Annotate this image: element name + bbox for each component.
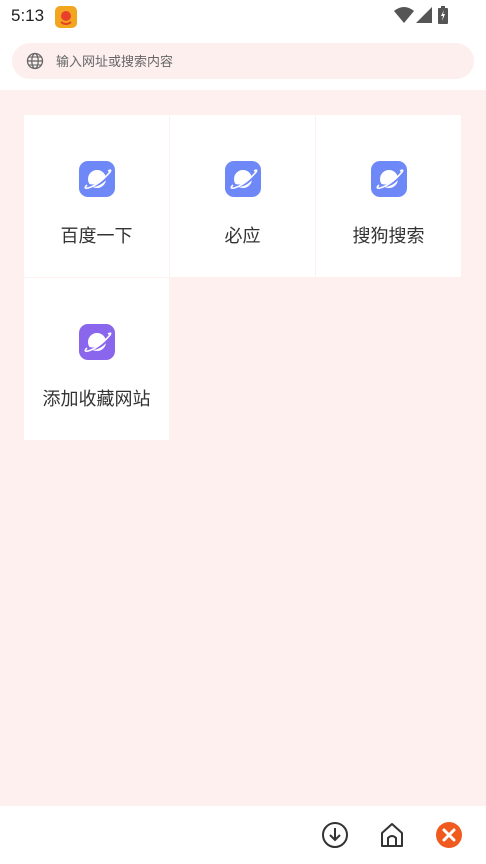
close-button[interactable]: [434, 820, 464, 850]
globe-icon: [26, 52, 44, 70]
shortcut-grid-area: 百度一下 必应 搜狗搜索 添加收藏网站: [0, 90, 486, 806]
planet-icon: [371, 161, 407, 197]
planet-icon: [79, 161, 115, 197]
shortcut-label: 百度一下: [60, 226, 133, 247]
shortcut-sogou[interactable]: 搜狗搜索: [316, 115, 461, 277]
battery-icon: [438, 6, 448, 24]
close-icon: [436, 822, 462, 848]
search-input[interactable]: [54, 43, 458, 81]
download-button[interactable]: [320, 820, 350, 850]
planet-icon: [225, 161, 261, 197]
bottom-toolbar: [0, 806, 486, 864]
signal-icon: [416, 7, 432, 23]
app-notification-icon: [55, 6, 77, 28]
status-bar: 5:13: [0, 0, 486, 32]
shortcut-bing[interactable]: 必应: [170, 115, 315, 277]
home-icon: [381, 823, 403, 847]
shortcut-label: 搜狗搜索: [352, 226, 425, 247]
status-time: 5:13: [11, 6, 45, 25]
shortcut-baidu[interactable]: 百度一下: [24, 115, 169, 277]
shortcut-label: 添加收藏网站: [42, 389, 151, 410]
address-bar[interactable]: [12, 43, 474, 81]
wifi-icon: [394, 7, 414, 23]
shortcut-add-favorite[interactable]: 添加收藏网站: [24, 278, 169, 440]
shortcut-label: 必应: [224, 226, 261, 247]
planet-icon: [79, 324, 115, 360]
home-button[interactable]: [377, 820, 407, 850]
download-icon: [322, 822, 348, 848]
search-area: [0, 32, 486, 90]
